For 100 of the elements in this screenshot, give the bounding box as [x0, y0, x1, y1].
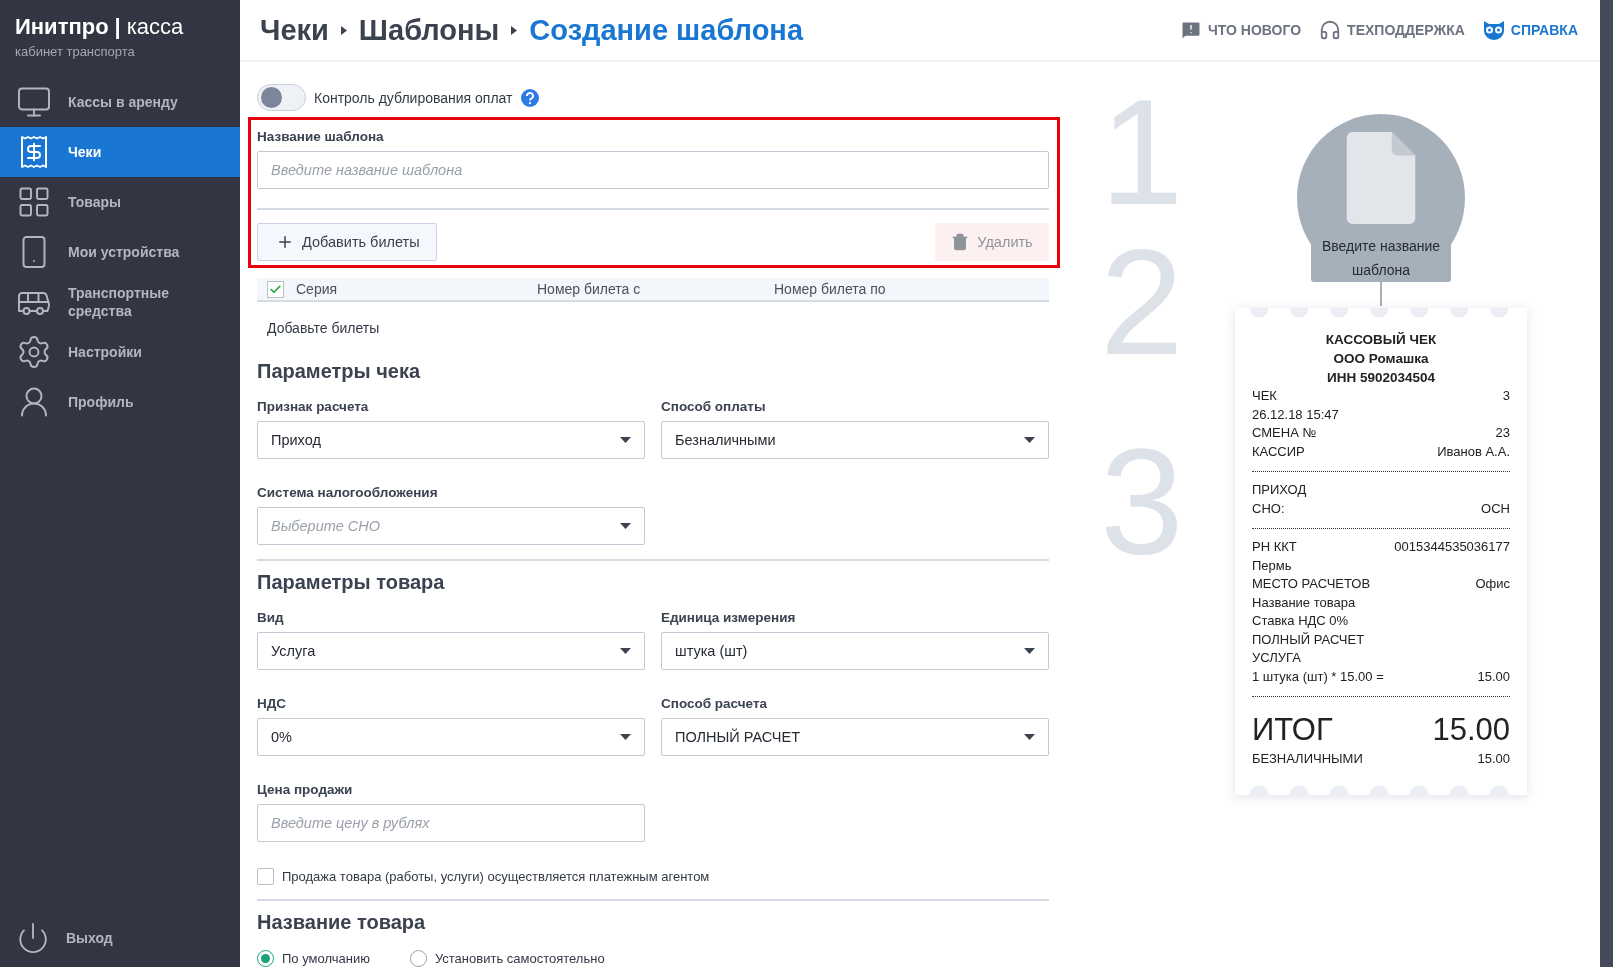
column-header: Серия: [296, 281, 338, 297]
sidebar-item[interactable]: Профиль: [0, 377, 240, 427]
scrollbar[interactable]: [1600, 0, 1613, 967]
checkbox[interactable]: [267, 280, 284, 298]
breadcrumb[interactable]: Создание шаблона: [529, 13, 803, 47]
receipt-label: КАССИР: [1252, 442, 1305, 461]
chevron-icon: [511, 25, 518, 35]
sidebar-item[interactable]: Транспортные средства: [0, 277, 240, 327]
receipt-label: СНО:: [1252, 499, 1285, 518]
header-link[interactable]: СПРАВКА: [1482, 20, 1578, 40]
toggle-label: Контроль дублирования оплат: [314, 89, 513, 106]
receipt-label: МЕСТО РАСЧЕТОВ: [1252, 575, 1371, 593]
receipt-value: 15.00: [1477, 667, 1510, 686]
trash-icon: [951, 233, 970, 251]
check-icon: [269, 282, 282, 296]
receipt-label: ПРИХОД: [1252, 481, 1307, 499]
field-label: Цена продажи: [257, 782, 354, 797]
receipt-value: 15.00: [1477, 750, 1510, 768]
field-label: НДС: [257, 696, 288, 711]
input-field[interactable]: Введите название шаблона: [257, 151, 1049, 189]
sidebar-item[interactable]: Чеки: [0, 127, 240, 177]
receipt-label: ПОЛНЫЙ РАСЧЕТ: [1252, 630, 1365, 649]
sidebar-item[interactable]: Товары: [0, 177, 240, 227]
help-icon[interactable]: [520, 88, 539, 107]
dropdown-placeholder: Выберите СНО: [271, 518, 381, 534]
column-header: Номер билета по: [774, 281, 886, 297]
dropdown[interactable]: штука (шт): [661, 632, 1049, 670]
total-value: 15.00: [1432, 711, 1510, 749]
caret-icon: [620, 523, 631, 529]
radio-label: По умолчанию: [282, 951, 370, 966]
dropdown[interactable]: Услуга: [257, 632, 645, 670]
receipt-heading: КАССОВЫЙ ЧЕК: [1324, 331, 1438, 349]
field-label: Система налогообложения: [257, 485, 439, 500]
field-label: Способ расчета: [661, 696, 769, 711]
field-label: Единица измерения: [661, 610, 797, 625]
receipt-label: БЕЗНАЛИЧНЫМИ: [1252, 750, 1363, 768]
sidebar-item[interactable]: Мои устройства: [0, 227, 240, 277]
document-icon: [1346, 132, 1416, 224]
receipt-label: РН ККТ: [1252, 538, 1297, 556]
receipt-label: УСЛУГА: [1252, 649, 1301, 667]
sidebar-item[interactable]: Кассы в аренду: [0, 77, 240, 127]
breadcrumb[interactable]: Шаблоны: [358, 13, 500, 47]
chevron-icon: [340, 25, 347, 35]
receipt-label: СМЕНА №: [1252, 424, 1317, 442]
caret-icon: [620, 648, 631, 654]
brand-subtitle: кабинет транспорта: [15, 44, 136, 59]
dropdown-value: Безналичными: [675, 432, 776, 448]
add-tickets-button[interactable]: Добавить билеты: [257, 223, 437, 261]
caret-icon: [1024, 734, 1035, 740]
receipt-label: ЧЕК: [1252, 387, 1277, 405]
dropdown[interactable]: ПОЛНЫЙ РАСЧЕТ: [661, 718, 1049, 756]
dropdown-value: ПОЛНЫЙ РАСЧЕТ: [675, 729, 801, 745]
power-icon: [16, 921, 50, 955]
dropdown[interactable]: Приход: [257, 421, 645, 459]
logout-item[interactable]: Выход: [0, 913, 240, 963]
breadcrumb[interactable]: Чеки: [260, 13, 329, 47]
receipt-value: 3: [1502, 387, 1510, 405]
receipt-value: Офис: [1475, 575, 1510, 593]
receipt-heading: ИНН 5902034504: [1325, 369, 1436, 387]
dropdown[interactable]: 0%: [257, 718, 645, 756]
receipt-label: 26.12.18 15:47: [1252, 405, 1339, 424]
field-label: Признак расчета: [257, 399, 370, 414]
dropdown-value: Приход: [271, 432, 321, 448]
receipt-value: 23: [1495, 424, 1510, 442]
receipt-heading: ООО Ромашка: [1332, 350, 1430, 368]
caret-icon: [620, 734, 631, 740]
caret-icon: [1024, 648, 1035, 654]
brand-name: Инитпро: [15, 14, 109, 40]
dropdown-value: 0%: [271, 729, 292, 745]
receipt-label: Название товара: [1252, 593, 1356, 612]
header-link[interactable]: ЧТО НОВОГО: [1179, 19, 1302, 41]
field-label: Способ оплаты: [661, 399, 767, 414]
dropdown-value: Услуга: [271, 643, 316, 659]
plus-icon: [276, 233, 294, 251]
dropdown[interactable]: Безналичными: [661, 421, 1049, 459]
checkbox-label: Продажа товара (работы, услуги) осуществляется платежным агентом: [282, 869, 710, 884]
receipt-label: 1 штука (шт) * 15.00 =: [1252, 667, 1384, 686]
input-field[interactable]: Введите цену в рублях: [257, 804, 645, 842]
column-header: Номер билета с: [537, 281, 641, 297]
headset-icon: [1319, 19, 1342, 41]
dropdown-value: штука (шт): [675, 643, 748, 659]
section-title: Название товара: [257, 911, 427, 934]
toggle-switch[interactable]: [257, 84, 306, 111]
receipt-value: Иванов А.А.: [1437, 442, 1510, 461]
header-link[interactable]: ТЕХПОДДЕРЖКА: [1319, 19, 1465, 41]
caret-icon: [620, 437, 631, 443]
empty-message: Добавьте билеты: [266, 319, 381, 338]
receipt-label: Пермь: [1252, 556, 1292, 575]
caret-icon: [1024, 437, 1035, 443]
message-icon: [1179, 19, 1202, 41]
total-label: ИТОГ: [1252, 711, 1333, 749]
brand-separator: |: [114, 14, 121, 40]
field-label: Вид: [257, 610, 285, 625]
receipt-value: 0015344535036177: [1394, 538, 1510, 556]
radio-label: Установить самостоятельно: [434, 951, 605, 966]
owl-icon: [1482, 20, 1505, 40]
section-title: Параметры товара: [257, 571, 446, 594]
sidebar-item[interactable]: Настройки: [0, 327, 240, 377]
receipt-label: Ставка НДС 0%: [1252, 612, 1349, 630]
checkbox[interactable]: [257, 868, 274, 885]
